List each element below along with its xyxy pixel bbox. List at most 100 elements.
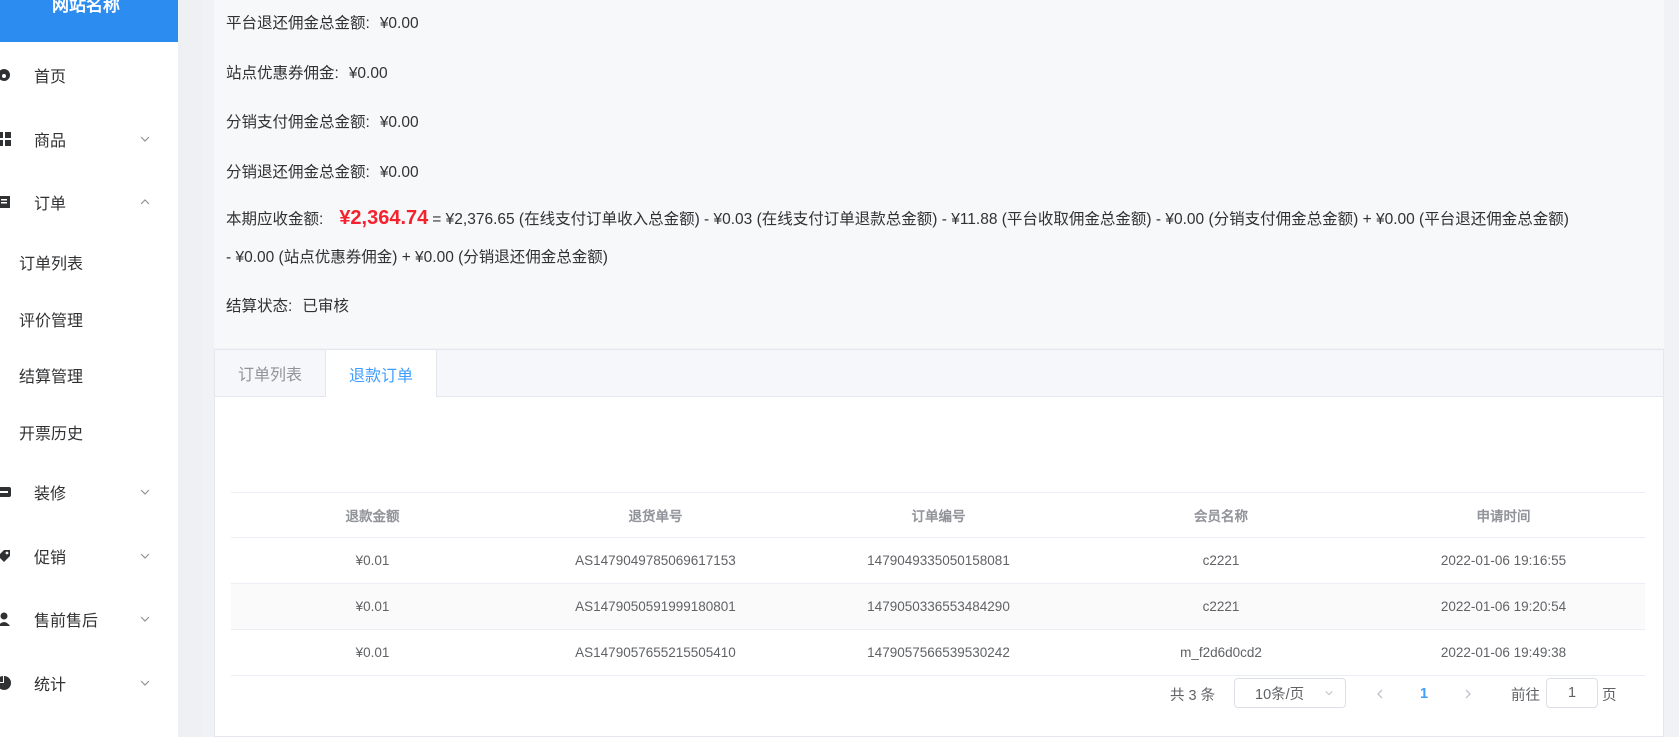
sidebar-item-label: 首页 — [34, 69, 67, 86]
column-header: 退货单号 — [628, 509, 683, 524]
chevron-down-icon — [140, 553, 150, 559]
field-label: 结算状态: — [226, 298, 293, 315]
field-label: 本期应收金额: — [226, 211, 324, 228]
sidebar-subitem-invoice-history[interactable]: 开票历史 — [0, 412, 178, 452]
sidebar-gutter — [178, 0, 202, 737]
chevron-up-icon — [140, 199, 150, 205]
distribution-refund-commission: 分销退还佣金总金额: ¥0.00 — [226, 160, 419, 182]
table-row[interactable]: ¥0.01 AS1479050591999180801 147905033655… — [231, 584, 1645, 630]
sidebar-subitem-label: 结算管理 — [19, 369, 84, 386]
table-header: 退款金额 退货单号 订单编号 会员名称 申请时间 — [231, 492, 1645, 538]
apply-time-cell: 2022-01-06 19:16:55 — [1440, 553, 1567, 568]
sidebar-subitem-review[interactable]: 评价管理 — [0, 299, 178, 339]
return-number-cell: AS1479050591999180801 — [575, 599, 736, 614]
sidebar-subitem-label: 评价管理 — [19, 313, 84, 330]
field-label: 分销退还佣金总金额: — [226, 164, 370, 181]
next-page-button[interactable] — [1462, 678, 1474, 710]
return-number-cell: AS1479049785069617153 — [575, 553, 736, 568]
return-number-cell: AS1479057655215505410 — [575, 645, 736, 660]
table-row[interactable]: ¥0.01 AS1479049785069617153 147904933505… — [231, 538, 1645, 584]
orders-panel: 订单列表 退款订单 退款金额 退货单号 订单编号 会员名称 申请时间 ¥0.01… — [214, 349, 1664, 737]
goto-page-input[interactable] — [1546, 678, 1598, 708]
pagination-total: 共 3 条 — [1170, 687, 1216, 704]
member-name-cell: c2221 — [1202, 599, 1240, 614]
tab-label: 订单列表 — [237, 367, 302, 384]
tag-icon — [0, 548, 12, 564]
sidebar-item-promotion[interactable]: 促销 — [0, 536, 178, 576]
receivable-total: ¥2,364.74 — [339, 207, 429, 229]
main-content: 平台退还佣金总金额: ¥0.00 站点优惠券佣金: ¥0.00 分销支付佣金总金额:… — [202, 0, 1679, 737]
member-name-cell: c2221 — [1202, 553, 1240, 568]
store-icon — [0, 484, 12, 500]
field-value: ¥0.00 — [379, 15, 419, 32]
pie-chart-icon — [0, 675, 12, 691]
page-suffix: 页 — [1602, 687, 1617, 704]
sidebar-item-service[interactable]: 售前售后 — [0, 599, 178, 639]
page-number-current[interactable]: 1 — [1420, 678, 1428, 710]
sidebar: 网站名称 首页 商品 订单 订单列表 评价管理 结算管理 开票历史 装修 促销 … — [0, 0, 178, 737]
refund-amount-cell: ¥0.01 — [355, 599, 390, 614]
goto-label: 前往 — [1511, 687, 1540, 704]
page-size-select[interactable]: 10条/页 — [1234, 678, 1346, 708]
sidebar-item-label: 商品 — [34, 133, 67, 150]
sidebar-item-orders[interactable]: 订单 — [0, 182, 178, 222]
settlement-status: 结算状态: 已审核 — [226, 294, 349, 316]
site-coupon-commission: 站点优惠券佣金: ¥0.00 — [226, 61, 388, 83]
sidebar-item-label: 促销 — [34, 550, 67, 567]
refund-table: 退款金额 退货单号 订单编号 会员名称 申请时间 ¥0.01 AS1479049… — [231, 492, 1645, 676]
sidebar-item-label: 统计 — [34, 677, 67, 694]
grid-icon — [0, 131, 12, 147]
order-number-cell: 1479049335050158081 — [867, 553, 1010, 568]
sidebar-item-label: 售前售后 — [34, 613, 99, 630]
brand-logo[interactable]: 网站名称 — [0, 0, 178, 42]
sidebar-item-statistics[interactable]: 统计 — [0, 663, 178, 703]
sidebar-subitem-label: 订单列表 — [19, 256, 84, 273]
settlement-summary: 平台退还佣金总金额: ¥0.00 站点优惠券佣金: ¥0.00 分销支付佣金总金额:… — [214, 0, 1664, 348]
chevron-right-icon — [1465, 689, 1471, 699]
page-size-value: 10条/页 — [1255, 686, 1305, 703]
sidebar-subitem-label: 开票历史 — [19, 426, 84, 443]
sidebar-item-label: 装修 — [34, 486, 67, 503]
chevron-down-icon — [140, 680, 150, 686]
sidebar-item-label: 订单 — [34, 196, 67, 213]
column-header: 退款金额 — [345, 509, 400, 524]
order-number-cell: 1479050336553484290 — [867, 599, 1010, 614]
field-value: ¥0.00 — [379, 164, 419, 181]
tab-label: 退款订单 — [348, 367, 413, 385]
user-icon — [0, 611, 12, 627]
order-icon — [0, 194, 12, 210]
chevron-down-icon — [140, 616, 150, 622]
order-number-cell: 1479057566539530242 — [867, 645, 1010, 660]
field-label: 平台退还佣金总金额: — [226, 15, 370, 32]
field-value: ¥0.00 — [348, 65, 388, 82]
tab-refund-orders[interactable]: 退款订单 — [325, 350, 437, 397]
sidebar-item-goods[interactable]: 商品 — [0, 119, 178, 159]
apply-time-cell: 2022-01-06 19:49:38 — [1440, 645, 1567, 660]
chevron-left-icon — [1377, 689, 1383, 699]
chevron-down-icon — [140, 136, 150, 142]
table-row[interactable]: ¥0.01 AS1479057655215505410 147905756653… — [231, 630, 1645, 676]
receivable-amount: 本期应收金额: ¥2,364.74 = ¥2,376.65 (在线支付订单收入总金额… — [226, 207, 1569, 230]
distribution-pay-commission: 分销支付佣金总金额: ¥0.00 — [226, 110, 419, 132]
chevron-down-icon — [140, 489, 150, 495]
column-header: 会员名称 — [1194, 509, 1248, 524]
brand-name: 网站名称 — [52, 0, 120, 15]
sidebar-item-home[interactable]: 首页 — [0, 55, 178, 95]
field-value: ¥0.00 — [379, 114, 419, 131]
sidebar-subitem-order-list[interactable]: 订单列表 — [0, 242, 178, 282]
field-label: 分销支付佣金总金额: — [226, 114, 370, 131]
tab-bar: 订单列表 退款订单 — [215, 350, 1663, 397]
tab-order-list[interactable]: 订单列表 — [215, 350, 325, 396]
status-value: 已审核 — [302, 298, 349, 315]
sidebar-item-decoration[interactable]: 装修 — [0, 472, 178, 512]
refund-amount-cell: ¥0.01 — [355, 553, 390, 568]
receivable-formula-continued: - ¥0.00 (站点优惠券佣金) + ¥0.00 (分销退还佣金总金额) — [226, 245, 608, 267]
refund-amount-cell: ¥0.01 — [355, 645, 390, 660]
member-name-cell: m_f2d6d0cd2 — [1180, 645, 1262, 660]
sidebar-subitem-settlement[interactable]: 结算管理 — [0, 355, 178, 395]
field-label: 站点优惠券佣金: — [226, 65, 339, 82]
apply-time-cell: 2022-01-06 19:20:54 — [1440, 599, 1567, 614]
column-header: 订单编号 — [911, 509, 966, 524]
prev-page-button[interactable] — [1374, 678, 1386, 710]
receivable-formula-tail: - ¥0.00 (站点优惠券佣金) + ¥0.00 (分销退还佣金总金额) — [226, 249, 608, 266]
